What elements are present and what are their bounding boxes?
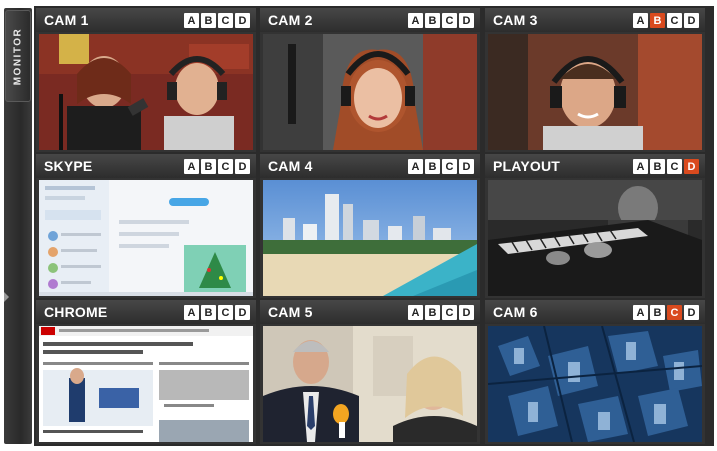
tally-button-c[interactable]: C xyxy=(218,305,233,320)
video-preview-chrome[interactable] xyxy=(39,326,253,442)
multiview-cell-cam4[interactable]: CAM 4 A B C D xyxy=(260,154,480,298)
video-preview-cam2[interactable] xyxy=(263,34,477,150)
tally-button-b[interactable]: B xyxy=(201,159,216,174)
tally-button-c[interactable]: C xyxy=(667,159,682,174)
cell-header: CAM 5 A B C D xyxy=(260,300,480,324)
tally-button-a[interactable]: A xyxy=(408,305,423,320)
video-preview-skype[interactable] xyxy=(39,180,253,296)
multiview-cell-cam3[interactable]: CAM 3 A B C D xyxy=(485,8,705,152)
tally-button-d[interactable]: D xyxy=(684,305,699,320)
tally-button-b[interactable]: B xyxy=(201,13,216,28)
cell-title: SKYPE xyxy=(44,158,93,174)
tally-buttons: A B C D xyxy=(184,13,250,28)
tally-button-c[interactable]: C xyxy=(218,13,233,28)
multiviewer-window: MONITOR CAM 1 A B C D CAM 2 A B C D CAM … xyxy=(0,0,717,451)
tally-buttons: A B C D xyxy=(184,159,250,174)
video-preview-cam4[interactable] xyxy=(263,180,477,296)
tally-button-b[interactable]: B xyxy=(650,13,665,28)
tally-button-a[interactable]: A xyxy=(184,13,199,28)
cell-header: CAM 2 A B C D xyxy=(260,8,480,32)
cell-title: CAM 5 xyxy=(268,304,313,320)
cell-title: CAM 2 xyxy=(268,12,313,28)
tally-buttons: A B C D xyxy=(408,13,474,28)
monitor-tab[interactable]: MONITOR xyxy=(5,10,31,102)
video-preview-playout[interactable] xyxy=(488,180,702,296)
tally-button-d[interactable]: D xyxy=(459,159,474,174)
tally-button-d[interactable]: D xyxy=(235,159,250,174)
tally-button-a[interactable]: A xyxy=(184,159,199,174)
tally-button-c[interactable]: C xyxy=(667,305,682,320)
video-preview-cam1[interactable] xyxy=(39,34,253,150)
tally-button-a[interactable]: A xyxy=(633,159,648,174)
cell-header: CAM 4 A B C D xyxy=(260,154,480,178)
tally-button-c[interactable]: C xyxy=(442,305,457,320)
cell-header: CHROME A B C D xyxy=(36,300,256,324)
cell-header: CAM 1 A B C D xyxy=(36,8,256,32)
tally-button-d[interactable]: D xyxy=(459,305,474,320)
cell-title: CAM 6 xyxy=(493,304,538,320)
cell-header: SKYPE A B C D xyxy=(36,154,256,178)
video-preview-cam5[interactable] xyxy=(263,326,477,442)
cell-header: CAM 3 A B C D xyxy=(485,8,705,32)
tally-button-d[interactable]: D xyxy=(459,13,474,28)
multiview-grid: CAM 1 A B C D CAM 2 A B C D CAM 3 A B C … xyxy=(34,6,714,446)
tally-button-c[interactable]: C xyxy=(218,159,233,174)
tally-buttons: A B C D xyxy=(633,13,699,28)
tally-button-c[interactable]: C xyxy=(442,159,457,174)
monitor-tab-label: MONITOR xyxy=(12,27,24,85)
panel-collapse-arrow-icon[interactable] xyxy=(4,292,9,302)
multiview-cell-cam6[interactable]: CAM 6 A B C D xyxy=(485,300,705,444)
tally-buttons: A B C D xyxy=(633,305,699,320)
cell-header: PLAYOUT A B C D xyxy=(485,154,705,178)
tally-button-b[interactable]: B xyxy=(650,159,665,174)
tally-buttons: A B C D xyxy=(184,305,250,320)
tally-button-a[interactable]: A xyxy=(633,13,648,28)
video-preview-cam6[interactable] xyxy=(488,326,702,442)
tally-button-b[interactable]: B xyxy=(650,305,665,320)
multiview-cell-cam5[interactable]: CAM 5 A B C D xyxy=(260,300,480,444)
tally-button-a[interactable]: A xyxy=(408,159,423,174)
tally-button-d[interactable]: D xyxy=(684,159,699,174)
tally-button-c[interactable]: C xyxy=(442,13,457,28)
tally-buttons: A B C D xyxy=(408,305,474,320)
tally-button-a[interactable]: A xyxy=(633,305,648,320)
multiview-cell-playout[interactable]: PLAYOUT A B C D xyxy=(485,154,705,298)
tally-button-b[interactable]: B xyxy=(425,159,440,174)
cell-title: CAM 1 xyxy=(44,12,89,28)
cell-title: PLAYOUT xyxy=(493,158,561,174)
cell-title: CAM 4 xyxy=(268,158,313,174)
tally-button-b[interactable]: B xyxy=(201,305,216,320)
tally-button-d[interactable]: D xyxy=(235,13,250,28)
tally-button-b[interactable]: B xyxy=(425,13,440,28)
tally-button-d[interactable]: D xyxy=(235,305,250,320)
multiview-cell-cam1[interactable]: CAM 1 A B C D xyxy=(36,8,256,152)
tally-button-a[interactable]: A xyxy=(408,13,423,28)
cell-title: CAM 3 xyxy=(493,12,538,28)
cell-header: CAM 6 A B C D xyxy=(485,300,705,324)
tally-buttons: A B C D xyxy=(408,159,474,174)
tally-button-a[interactable]: A xyxy=(184,305,199,320)
video-preview-cam3[interactable] xyxy=(488,34,702,150)
cell-title: CHROME xyxy=(44,304,108,320)
tally-button-d[interactable]: D xyxy=(684,13,699,28)
multiview-cell-cam2[interactable]: CAM 2 A B C D xyxy=(260,8,480,152)
multiview-cell-chrome[interactable]: CHROME A B C D xyxy=(36,300,256,444)
tally-button-c[interactable]: C xyxy=(667,13,682,28)
tally-buttons: A B C D xyxy=(633,159,699,174)
multiview-cell-skype[interactable]: SKYPE A B C D xyxy=(36,154,256,298)
tally-button-b[interactable]: B xyxy=(425,305,440,320)
